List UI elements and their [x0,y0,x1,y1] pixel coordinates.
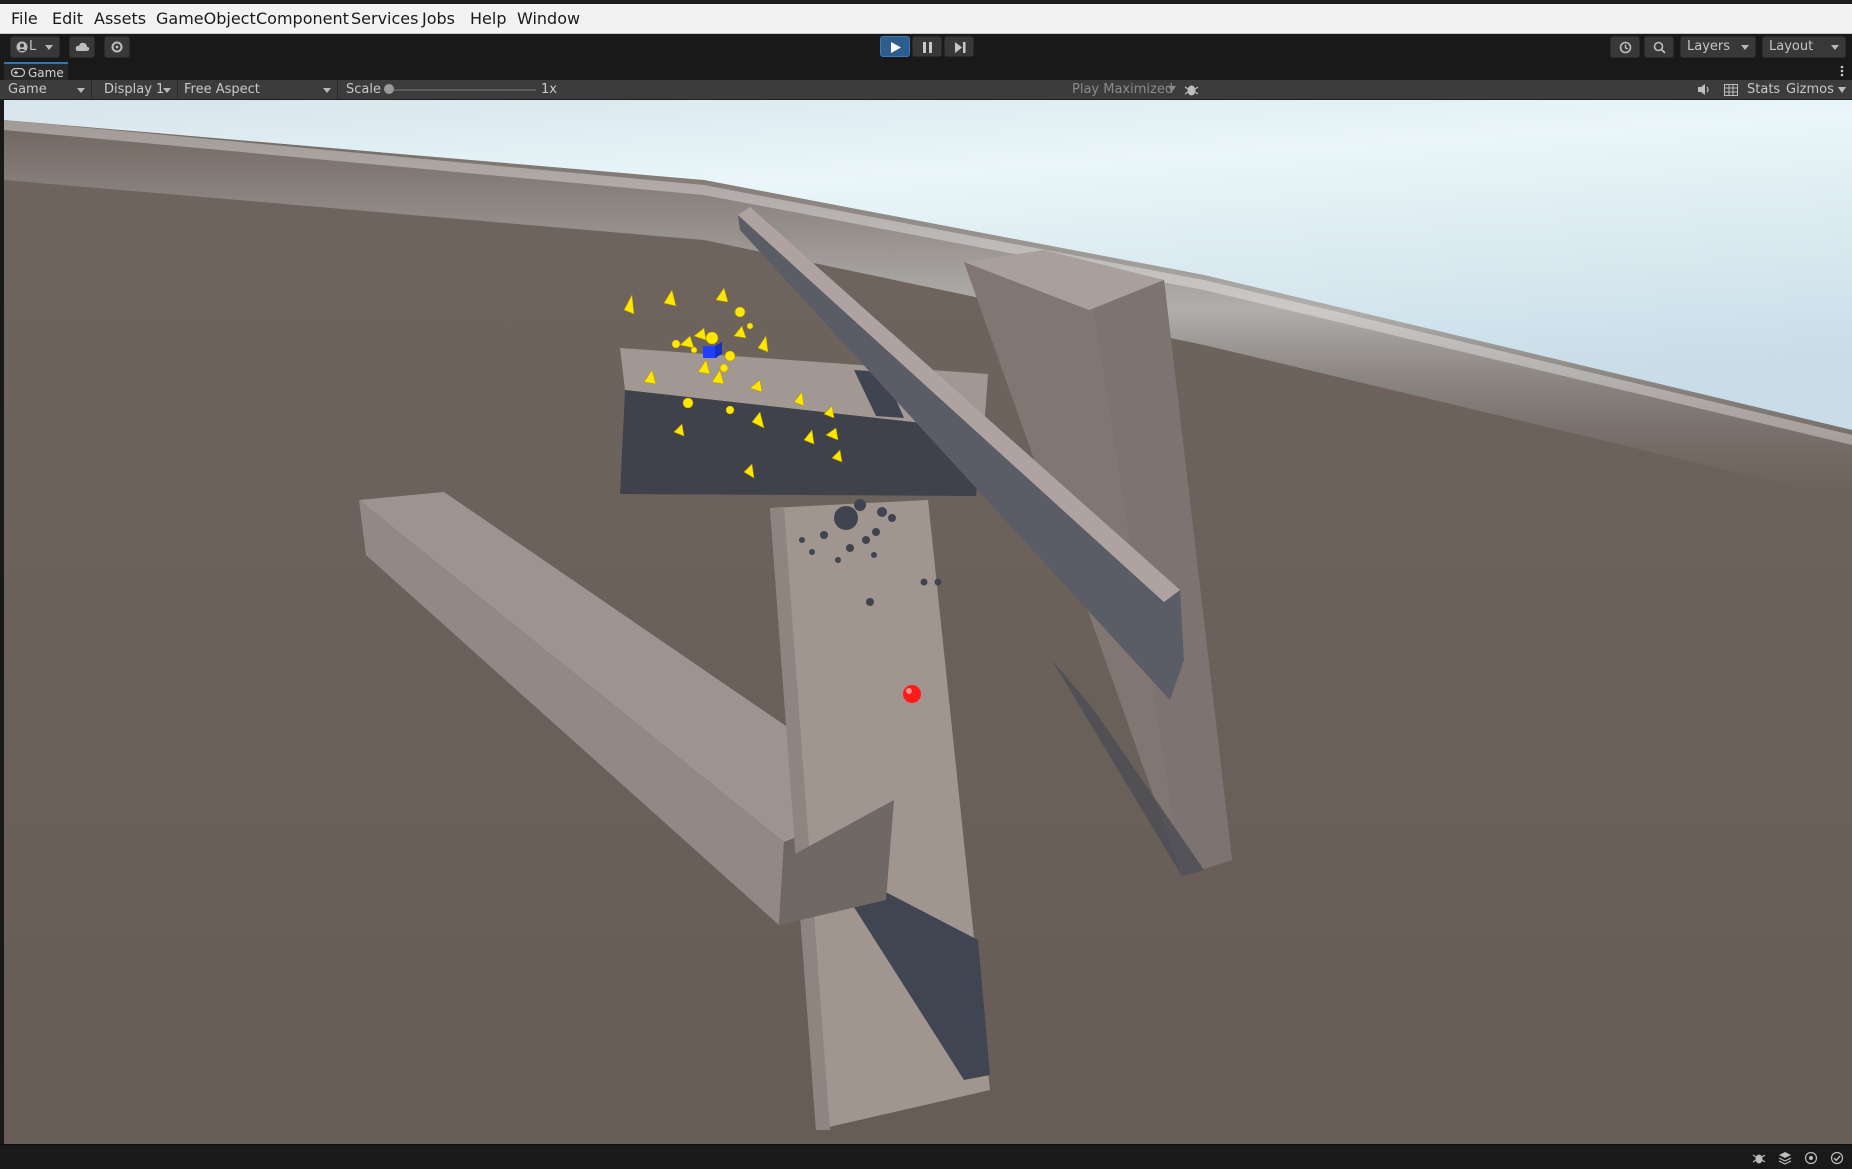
step-button[interactable] [944,36,974,57]
undo-history-button[interactable] [1610,36,1640,58]
collab-settings-button[interactable] [104,36,130,58]
blue-target-cube [703,346,717,358]
debug-bug-icon[interactable] [1184,82,1199,97]
pause-button[interactable] [912,36,942,57]
gizmos-button[interactable]: Gizmos [1786,80,1834,99]
menu-component[interactable]: Component [256,9,349,29]
search-button[interactable] [1644,36,1674,58]
menu-services[interactable]: Services [351,9,418,29]
chevron-down-icon [1168,86,1176,92]
game-view-bar: Game Display 1 Free Aspect Scale 1x Play… [0,80,1852,100]
main-toolbar: L Layers Layout [0,34,1852,62]
menu-bar: File Edit Assets GameObject Component Se… [0,0,1852,34]
gamepad-icon [11,68,25,77]
layers-dropdown[interactable]: Layers [1680,36,1756,58]
view-mode-label: Game [8,82,47,97]
aspect-dropdown[interactable]: Free Aspect [180,80,338,99]
layout-label: Layout [1769,39,1814,54]
cloud-icon [75,42,90,51]
status-bar [0,1144,1852,1169]
display-label: Display 1 [104,82,165,97]
play-maximized-dropdown[interactable]: Play Maximized [1072,80,1173,99]
game-viewport[interactable] [4,100,1852,1144]
menu-window[interactable]: Window [517,9,580,29]
bug-icon[interactable] [1752,1151,1766,1165]
account-label: L [29,39,37,54]
play-icon [891,42,901,53]
grid-icon[interactable] [1724,84,1738,96]
cloud-button[interactable] [69,36,95,58]
display-dropdown[interactable]: Display 1 [100,80,178,99]
search-icon [1653,41,1666,54]
scale-value: 1x [541,82,557,97]
stats-button[interactable]: Stats [1747,80,1780,99]
menu-help[interactable]: Help [470,9,506,29]
settings-icon [111,41,123,53]
menu-jobs[interactable]: Jobs [422,9,455,29]
menu-assets[interactable]: Assets [94,9,146,29]
scale-slider-handle[interactable] [384,84,394,94]
audio-icon[interactable] [1697,83,1711,96]
account-dropdown[interactable]: L [10,36,60,58]
menu-edit[interactable]: Edit [52,9,83,29]
scale-slider-track[interactable] [386,89,536,91]
aspect-label: Free Aspect [184,82,260,97]
tab-game[interactable]: Game [4,62,68,80]
view-mode-dropdown[interactable]: Game [4,80,92,99]
pause-icon [923,42,932,53]
play-button[interactable] [880,36,910,57]
stack-icon[interactable] [1778,1151,1792,1165]
gizmos-chevron-icon[interactable] [1838,87,1846,93]
kebab-menu-icon[interactable] [1840,65,1844,77]
menu-file[interactable]: File [11,9,38,29]
step-icon [955,42,966,53]
menu-gameobject[interactable]: GameObject [156,9,256,29]
history-icon [1619,41,1632,54]
game-scene-render [4,100,1852,1144]
red-ball [903,685,921,703]
layers-label: Layers [1687,39,1731,54]
check-icon[interactable] [1830,1151,1844,1165]
target-icon[interactable] [1804,1151,1818,1165]
tab-game-label: Game [28,66,64,80]
scale-label: Scale [346,82,381,97]
window-tab-strip: Game [0,62,1852,80]
account-icon [16,41,28,53]
layout-dropdown[interactable]: Layout [1762,36,1846,58]
